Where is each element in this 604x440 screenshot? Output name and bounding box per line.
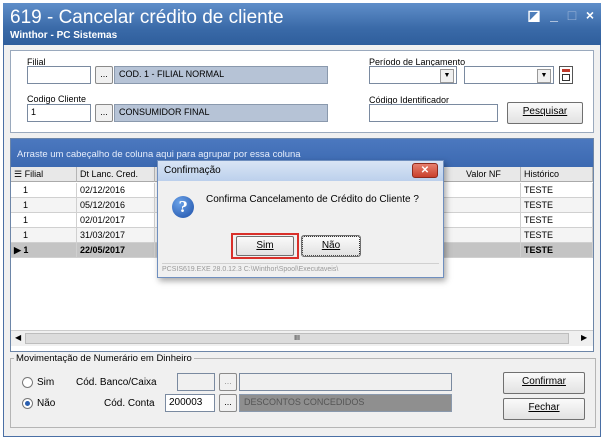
close-button[interactable]: × [581, 7, 599, 23]
dialog-message: Confirma Cancelamento de Crédito do Clie… [206, 194, 419, 205]
fechar-button[interactable]: Fechar [503, 398, 585, 420]
calendar-icon[interactable] [559, 66, 573, 84]
calendar-header-mark [562, 69, 570, 72]
cliente-label: Codigo Cliente [27, 94, 87, 104]
cell-data: 02/12/2016 [77, 183, 155, 198]
filial-description: COD. 1 - FILIAL NORMAL [114, 66, 328, 84]
cell-valor [463, 228, 521, 243]
cliente-lookup-button[interactable]: ... [95, 104, 113, 122]
nao-radio-label: Não [37, 398, 56, 409]
banco-label: Cód. Banco/Caixa [76, 377, 157, 388]
column-header-historico[interactable]: Histórico [521, 167, 593, 182]
chevron-down-icon: ▼ [537, 69, 551, 83]
conta-input[interactable]: 200003 [165, 394, 215, 412]
banco-lookup-button[interactable]: ... [219, 373, 237, 391]
cell-valor [463, 243, 521, 258]
cell-data: 31/03/2017 [77, 228, 155, 243]
cliente-input[interactable]: 1 [27, 104, 91, 122]
scroll-right-icon[interactable]: ▶ [581, 333, 587, 342]
cell-data: 05/12/2016 [77, 198, 155, 213]
scroll-thumb[interactable]: III [25, 333, 569, 344]
window-title: 619 - Cancelar crédito de cliente [10, 7, 284, 28]
sim-radio-label: Sim [37, 377, 55, 388]
cell-valor [463, 183, 521, 198]
conta-description: DESCONTOS CONCEDIDOS [239, 394, 452, 412]
calendar-body-mark [562, 74, 570, 81]
cell-filial: 1 [11, 183, 77, 198]
cell-historico: TESTE [521, 213, 593, 228]
maximize-button[interactable]: □ [563, 7, 581, 23]
chevron-down-icon: ▼ [440, 69, 454, 83]
identificador-input[interactable] [369, 104, 498, 122]
cell-historico: TESTE [521, 198, 593, 213]
minimize-button[interactable]: _ [545, 7, 563, 23]
cell-filial: 1 [11, 213, 77, 228]
pesquisar-button[interactable]: Pesquisar [507, 102, 583, 124]
column-header-filial[interactable]: ☰ Filial [11, 167, 77, 182]
cliente-description: CONSUMIDOR FINAL [114, 104, 328, 122]
dialog-title: Confirmação [158, 161, 443, 181]
cell-data: 02/01/2017 [77, 213, 155, 228]
cell-valor [463, 198, 521, 213]
numerario-group-label: Movimentação de Numerário em Dinheiro [14, 353, 194, 364]
cell-data: 22/05/2017 [77, 243, 155, 258]
filial-lookup-button[interactable]: ... [95, 66, 113, 84]
restore-icon[interactable]: ◪ [525, 7, 543, 24]
column-chooser-icon: ☰ [14, 169, 25, 179]
dialog-status-bar: PCSIS619.EXE 28.0.12.3 C:\Winthor\Spool\… [162, 263, 439, 275]
column-header-valor-nf[interactable]: Valor NF [463, 167, 521, 182]
cell-valor [463, 213, 521, 228]
dialog-sim-button[interactable]: Sim [236, 236, 294, 256]
close-icon: ✕ [420, 165, 430, 176]
banco-input[interactable] [177, 373, 215, 391]
banco-description [239, 373, 452, 391]
nao-radio[interactable] [22, 398, 33, 409]
dialog-nao-button[interactable]: Não [301, 235, 361, 257]
scroll-left-icon[interactable]: ◀ [15, 333, 21, 342]
conta-lookup-button[interactable]: ... [219, 394, 237, 412]
horizontal-scrollbar[interactable]: ◀ III ▶ [11, 330, 593, 346]
question-icon: ? [172, 196, 194, 218]
dialog-close-button[interactable]: ✕ [412, 163, 438, 178]
row-indicator-icon: ▶ [14, 245, 24, 255]
cell-filial: 1 [11, 198, 77, 213]
periodo-inicio-select[interactable]: ▼ [369, 66, 457, 84]
confirmar-button[interactable]: Confirmar [503, 372, 585, 394]
cell-filial: 1 [11, 228, 77, 243]
periodo-fim-select[interactable]: ▼ [464, 66, 554, 84]
cell-historico: TESTE [521, 228, 593, 243]
column-header-dt-lanc[interactable]: Dt Lanc. Cred. [77, 167, 155, 182]
cell-filial-value: 1 [23, 245, 29, 255]
window-subtitle: Winthor - PC Sistemas [10, 30, 118, 41]
cell-filial: ▶ 1 [11, 243, 77, 258]
cell-historico: TESTE [521, 183, 593, 198]
conta-label: Cód. Conta [104, 398, 155, 409]
sim-radio[interactable] [22, 377, 33, 388]
column-filial-label: Filial [24, 169, 44, 179]
filial-input[interactable] [27, 66, 91, 84]
cell-historico: TESTE [521, 243, 593, 258]
